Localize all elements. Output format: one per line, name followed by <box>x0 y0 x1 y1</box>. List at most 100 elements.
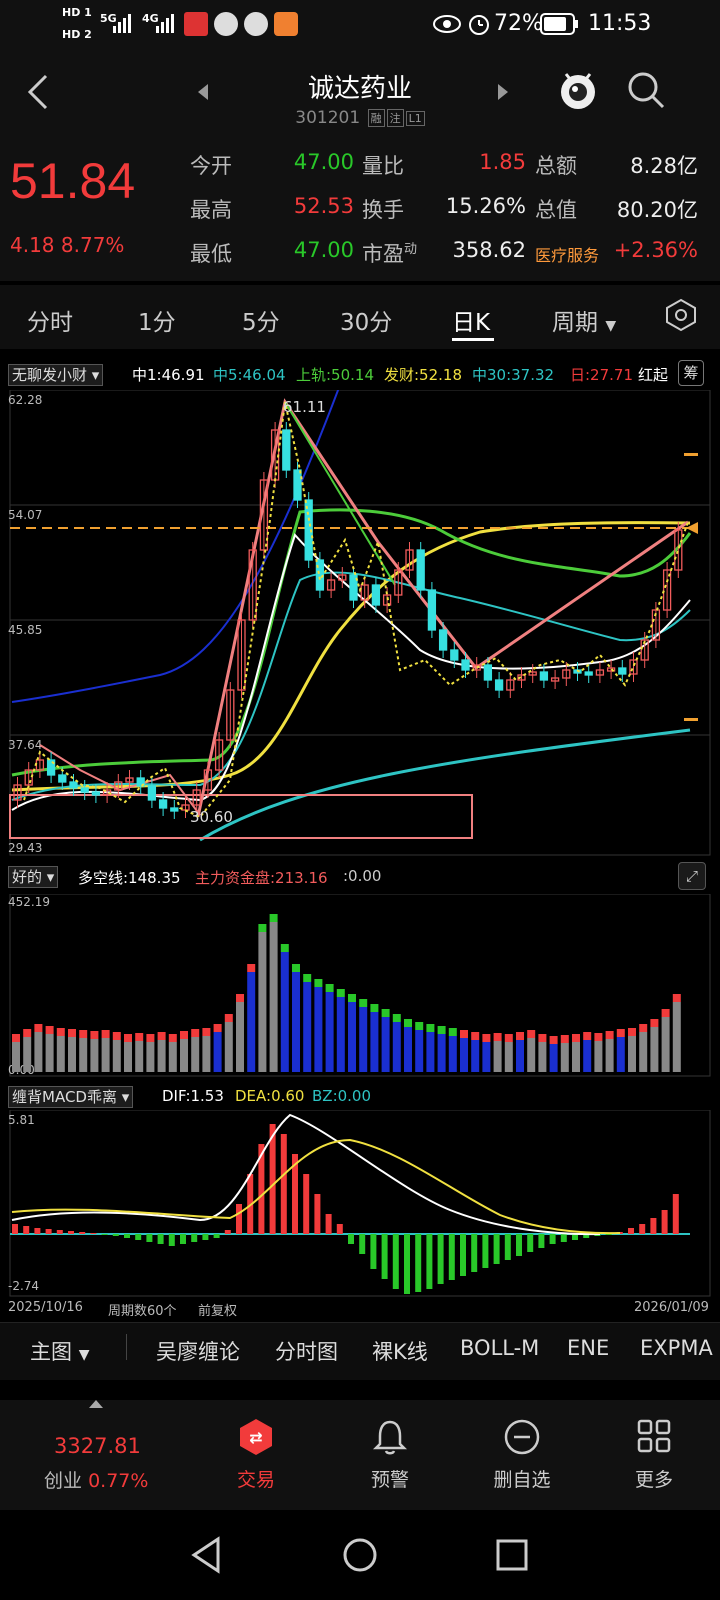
sub2-ymax: 5.81 <box>8 1113 35 1127</box>
volume-cap <box>437 1026 446 1034</box>
settings-hexagon-icon[interactable] <box>664 298 698 332</box>
bell-icon[interactable] <box>372 1418 408 1456</box>
alarm-icon <box>469 15 489 35</box>
macd-bar <box>437 1234 444 1284</box>
menu-chan-theory[interactable]: 吴廖缠论 <box>156 1336 240 1366</box>
volume-cap <box>236 994 244 1002</box>
macd-bar <box>516 1234 522 1256</box>
volume-ratio-label: 量比 <box>362 154 404 178</box>
volume-bar <box>191 1037 200 1072</box>
volume-bar <box>549 1044 558 1072</box>
system-home-icon[interactable] <box>340 1535 380 1575</box>
next-stock-icon[interactable] <box>494 82 510 102</box>
chevron-down-icon: ▼ <box>605 318 617 334</box>
y-label-max: 62.28 <box>8 393 42 407</box>
volume-cap <box>303 974 312 982</box>
macd-bar <box>146 1234 153 1242</box>
menu-bare-kline[interactable]: 裸K线 <box>372 1336 428 1366</box>
macd-bar <box>404 1234 410 1294</box>
nav-remove-favorite[interactable]: 删自选 <box>462 1465 582 1492</box>
macd-bar <box>650 1218 657 1234</box>
volume-bar <box>124 1042 132 1072</box>
hd2-indicator: HD 2 <box>62 28 92 41</box>
trade-icon[interactable]: ⇄ <box>238 1418 274 1456</box>
index-name: 创业 <box>44 1470 83 1492</box>
sub2-dropdown[interactable]: 缠背MACD乖离 ▾ <box>8 1086 134 1108</box>
period-count: 周期数60个 <box>108 1304 177 1319</box>
macd-bar <box>236 1204 242 1234</box>
sub1-dropdown[interactable]: 好的 ▾ <box>8 866 59 888</box>
menu-ene[interactable]: ENE <box>567 1336 609 1360</box>
more-grid-icon[interactable] <box>636 1418 672 1454</box>
volume-cap <box>79 1030 88 1038</box>
sector-name[interactable]: 医疗服务 <box>535 242 599 266</box>
volume-bar <box>303 982 312 1072</box>
menu-intraday-chart[interactable]: 分时图 <box>275 1336 338 1366</box>
volume-cap <box>191 1029 200 1037</box>
sector-change[interactable]: +2.36% <box>600 238 698 262</box>
index-value[interactable]: 3327.81 <box>54 1434 141 1458</box>
expand-icon[interactable]: ⤢ <box>678 862 706 890</box>
volume-bar <box>605 1039 614 1072</box>
tab-1min[interactable]: 1分 <box>138 303 176 337</box>
main-chart-menu-label: 主图 <box>30 1340 72 1364</box>
hd1-indicator: HD 1 <box>62 6 92 19</box>
tab-5min[interactable]: 5分 <box>242 303 280 337</box>
main-indicator-dropdown[interactable]: 无聊发小财 ▾ <box>8 364 104 386</box>
volume-bars <box>12 914 681 1072</box>
volume-bar <box>370 1012 379 1072</box>
tab-intraday[interactable]: 分时 <box>27 303 73 337</box>
mascot-icon[interactable] <box>556 68 600 112</box>
tab-30min[interactable]: 30分 <box>340 303 392 337</box>
macd-bar <box>79 1232 86 1234</box>
volume-cap <box>616 1029 625 1037</box>
volume-bar <box>325 992 334 1072</box>
remove-favorite-icon[interactable] <box>503 1418 541 1456</box>
volume-cap <box>572 1034 580 1042</box>
tab-daily-k[interactable]: 日K <box>452 303 490 337</box>
volume-bar <box>448 1036 457 1072</box>
volume-cap <box>650 1019 659 1027</box>
level-tag: L1 <box>405 110 425 126</box>
volume-bar <box>168 1042 177 1072</box>
macd-bar <box>392 1234 399 1289</box>
price-change: 4.18 8.77% <box>10 233 125 257</box>
tab-period[interactable]: 周期 ▼ <box>552 303 616 337</box>
volume-bar <box>258 932 267 1072</box>
shop-notification-icon <box>274 12 298 36</box>
margin-tag: 融 <box>367 109 385 127</box>
macd-dif: DIF:1.53 <box>162 1087 224 1105</box>
nav-trade[interactable]: 交易 <box>196 1465 316 1492</box>
nav-more[interactable]: 更多 <box>594 1465 714 1492</box>
volume-cap <box>370 1004 379 1012</box>
candle-body <box>427 589 437 631</box>
index-row[interactable]: 创业 0.77% <box>44 1466 148 1493</box>
candle-body <box>80 787 89 793</box>
volume-bar <box>415 1030 424 1072</box>
volume-bar <box>426 1032 435 1072</box>
system-recents-icon[interactable] <box>494 1537 530 1573</box>
caret-up-icon[interactable] <box>88 1398 104 1410</box>
kline-chart[interactable]: 62.28 54.07 45.85 37.64 29.43 61.11 30.6… <box>0 390 720 860</box>
volume-cap <box>168 1034 177 1042</box>
nav-alert[interactable]: 预警 <box>330 1465 450 1492</box>
volume-cap <box>280 944 289 952</box>
y-label-2: 54.07 <box>8 508 42 522</box>
system-back-icon[interactable] <box>188 1535 224 1575</box>
macd-bar <box>605 1234 612 1235</box>
volume-bar <box>348 1002 356 1072</box>
macd-bar <box>482 1234 489 1268</box>
menu-boll-m[interactable]: BOLL-M <box>460 1336 539 1360</box>
tab-period-label: 周期 <box>552 310 598 336</box>
candle-body <box>371 584 381 606</box>
volume-cap <box>336 989 345 997</box>
candle-body <box>416 549 425 591</box>
sub2-ymin: -2.74 <box>8 1279 39 1293</box>
chip-button[interactable]: 筹 <box>678 360 704 386</box>
sub2-dropdown-label: 缠背MACD乖离 <box>12 1088 117 1106</box>
volume-cap <box>460 1030 468 1038</box>
search-icon[interactable] <box>626 70 666 110</box>
ind-upper: 上轨:50.14 <box>296 366 374 384</box>
menu-expma[interactable]: EXPMA <box>640 1336 713 1360</box>
main-chart-menu[interactable]: 主图 ▼ <box>30 1336 89 1366</box>
